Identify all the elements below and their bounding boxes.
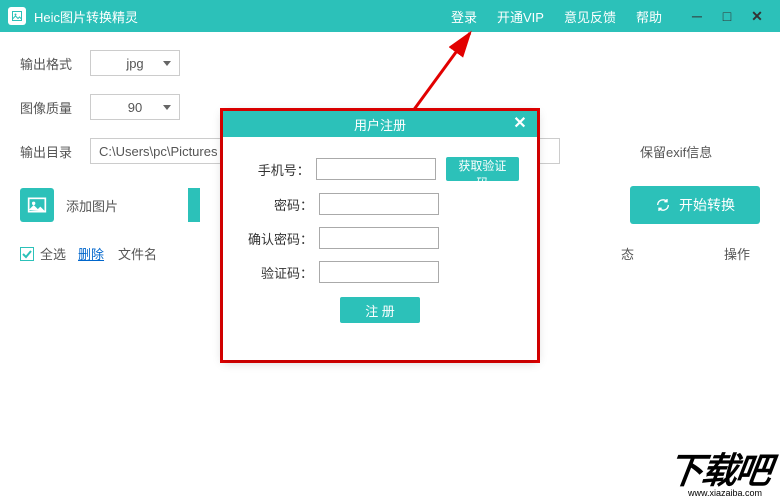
- modal-highlight-border: 用户注册 ✕ 手机号： 获取验证码 密码： 确认密码： 验证码： 注 册: [220, 108, 540, 363]
- maximize-button[interactable]: □: [712, 0, 742, 32]
- password-label: 密码：: [241, 195, 313, 214]
- add-image-button[interactable]: 添加图片: [20, 188, 118, 222]
- confirm-password-input[interactable]: [319, 227, 439, 249]
- start-convert-button[interactable]: 开始转换: [630, 186, 760, 224]
- image-icon: [20, 188, 54, 222]
- password-input[interactable]: [319, 193, 439, 215]
- confirm-password-row: 确认密码：: [241, 227, 519, 249]
- image-quality-select[interactable]: 90: [90, 94, 180, 120]
- status-column: 态: [621, 244, 634, 263]
- phone-row: 手机号： 获取验证码: [241, 157, 519, 181]
- filename-column: 文件名: [118, 244, 157, 263]
- phone-label: 手机号：: [241, 160, 310, 179]
- vip-link[interactable]: 开通VIP: [487, 7, 554, 26]
- code-row: 验证码：: [241, 261, 519, 283]
- output-format-label: 输出格式: [20, 54, 90, 73]
- register-modal: 用户注册 ✕ 手机号： 获取验证码 密码： 确认密码： 验证码： 注 册: [223, 111, 537, 360]
- output-dir-label: 输出目录: [20, 142, 90, 161]
- get-code-button[interactable]: 获取验证码: [446, 157, 519, 181]
- app-title: Heic图片转换精灵: [34, 7, 138, 26]
- login-link[interactable]: 登录: [441, 7, 487, 26]
- register-button[interactable]: 注 册: [340, 297, 420, 323]
- output-dir-value: C:\Users\pc\Pictures: [99, 144, 217, 159]
- refresh-icon: [655, 197, 671, 213]
- app-logo-icon: [8, 7, 26, 25]
- image-quality-value: 90: [128, 100, 142, 115]
- check-icon: [22, 249, 32, 259]
- delete-link[interactable]: 删除: [78, 244, 104, 263]
- output-format-value: jpg: [126, 56, 143, 71]
- modal-header: 用户注册 ✕: [223, 111, 537, 137]
- titlebar: Heic图片转换精灵 登录 开通VIP 意见反馈 帮助 ─ □ ✕: [0, 0, 780, 32]
- watermark-url: www.xiazaiba.com: [688, 488, 762, 498]
- help-link[interactable]: 帮助: [626, 7, 672, 26]
- confirm-password-label: 确认密码：: [241, 229, 313, 248]
- modal-title: 用户注册: [354, 115, 406, 134]
- code-input[interactable]: [319, 261, 439, 283]
- operation-column: 操作: [724, 244, 750, 263]
- code-label: 验证码：: [241, 263, 313, 282]
- select-all-label: 全选: [40, 244, 66, 263]
- feedback-link[interactable]: 意见反馈: [554, 7, 626, 26]
- modal-body: 手机号： 获取验证码 密码： 确认密码： 验证码： 注 册: [223, 137, 537, 333]
- output-format-select[interactable]: jpg: [90, 50, 180, 76]
- output-format-row: 输出格式 jpg: [20, 50, 760, 76]
- modal-close-button[interactable]: ✕: [511, 114, 529, 132]
- start-convert-label: 开始转换: [679, 195, 735, 215]
- image-quality-label: 图像质量: [20, 98, 90, 117]
- keep-exif-label: 保留exif信息: [640, 142, 712, 161]
- select-all-checkbox[interactable]: [20, 247, 34, 261]
- password-row: 密码：: [241, 193, 519, 215]
- window-controls: ─ □ ✕: [682, 0, 772, 32]
- watermark-text: 下载吧: [664, 442, 773, 494]
- phone-input[interactable]: [316, 158, 436, 180]
- minimize-button[interactable]: ─: [682, 0, 712, 32]
- close-button[interactable]: ✕: [742, 0, 772, 32]
- hidden-button-edge: [188, 188, 200, 222]
- add-image-label: 添加图片: [66, 196, 118, 215]
